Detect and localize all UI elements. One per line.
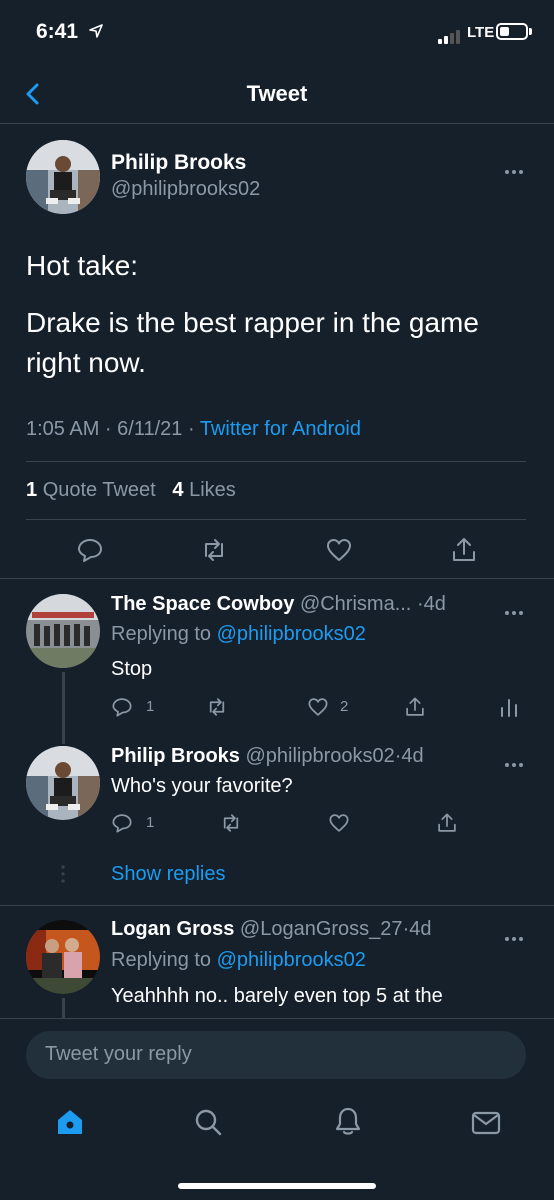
- author-name[interactable]: Philip Brooks: [111, 151, 246, 175]
- thread-line: [62, 998, 65, 1018]
- location-arrow-icon: [89, 24, 103, 38]
- tweet-source-link[interactable]: Twitter for Android: [200, 418, 361, 440]
- more-options-icon[interactable]: [505, 161, 527, 174]
- tweet-stats: 1 Quote Tweet 4 Likes: [26, 479, 236, 502]
- share-icon[interactable]: [450, 536, 478, 564]
- tweet-text-line1: Hot take:: [26, 250, 139, 281]
- like-icon[interactable]: [328, 812, 350, 834]
- retweet-icon[interactable]: [206, 696, 228, 718]
- battery-tip: [529, 28, 532, 35]
- notifications-icon[interactable]: [333, 1106, 363, 1136]
- reply-text: Stop: [111, 658, 153, 680]
- thread-line: [62, 672, 65, 744]
- network-label: LTE: [467, 24, 495, 41]
- divider: [0, 905, 554, 906]
- tweet-timestamp: 1:05 AM · 6/11/21 ·: [26, 418, 200, 440]
- signal-icon: [438, 26, 462, 44]
- replying-to: Replying to @philipbrooks02: [111, 623, 366, 645]
- author-handle[interactable]: @philipbrooks02: [111, 178, 260, 201]
- divider: [26, 519, 526, 520]
- reply-count: 1: [146, 698, 155, 715]
- like-count: 2: [340, 698, 349, 715]
- tweet-meta: 1:05 AM · 6/11/21 · Twitter for Android: [26, 418, 361, 441]
- home-indicator: [178, 1183, 376, 1189]
- replying-to-link[interactable]: @philipbrooks02: [217, 949, 366, 971]
- avatar[interactable]: [26, 920, 100, 994]
- reply-count: 1: [146, 814, 155, 831]
- divider: [0, 578, 554, 579]
- reply-text: Who's your favorite?: [111, 775, 293, 797]
- search-icon[interactable]: [193, 1107, 223, 1137]
- reply-text: Yeahhhh no.. barely even top 5 at the: [111, 985, 443, 1007]
- reply-icon[interactable]: [111, 812, 133, 834]
- quote-tweet-stat[interactable]: 1 Quote Tweet: [26, 479, 156, 501]
- like-icon[interactable]: [307, 696, 329, 718]
- replying-to-link[interactable]: @philipbrooks02: [217, 623, 366, 645]
- likes-stat[interactable]: 4 Likes: [172, 479, 235, 501]
- more-options-icon[interactable]: [505, 602, 527, 615]
- header-divider: [0, 123, 554, 124]
- page-title: Tweet: [246, 81, 308, 106]
- share-icon[interactable]: [404, 696, 426, 718]
- home-icon[interactable]: [55, 1107, 85, 1137]
- divider: [0, 1018, 554, 1019]
- tweet-text-line2: Drake is the best rapper in the game rig…: [26, 307, 479, 378]
- divider: [26, 461, 526, 462]
- reply-author[interactable]: The Space Cowboy @Chrisma... ·4d: [111, 593, 446, 616]
- retweet-icon[interactable]: [220, 812, 242, 834]
- reply-compose-placeholder: Tweet your reply: [45, 1043, 192, 1065]
- reply-icon[interactable]: [76, 536, 104, 564]
- avatar[interactable]: [26, 140, 100, 214]
- status-time: 6:41: [36, 20, 79, 43]
- avatar[interactable]: [26, 594, 100, 668]
- more-options-icon[interactable]: [505, 928, 527, 941]
- reply-author[interactable]: Philip Brooks @philipbrooks02·4d: [111, 745, 424, 768]
- more-options-icon[interactable]: [505, 754, 527, 767]
- replying-to: Replying to @philipbrooks02: [111, 949, 366, 971]
- messages-icon[interactable]: [471, 1108, 501, 1138]
- show-replies-link[interactable]: Show replies: [111, 863, 226, 886]
- analytics-icon[interactable]: [498, 696, 520, 718]
- like-icon[interactable]: [325, 536, 353, 564]
- avatar[interactable]: [26, 746, 100, 820]
- retweet-icon[interactable]: [200, 536, 228, 564]
- share-icon[interactable]: [436, 812, 458, 834]
- reply-icon[interactable]: [111, 696, 133, 718]
- reply-author[interactable]: Logan Gross @LoganGross_27·4d: [111, 918, 431, 941]
- thread-dots-icon: [61, 865, 65, 883]
- battery-icon: [496, 23, 528, 40]
